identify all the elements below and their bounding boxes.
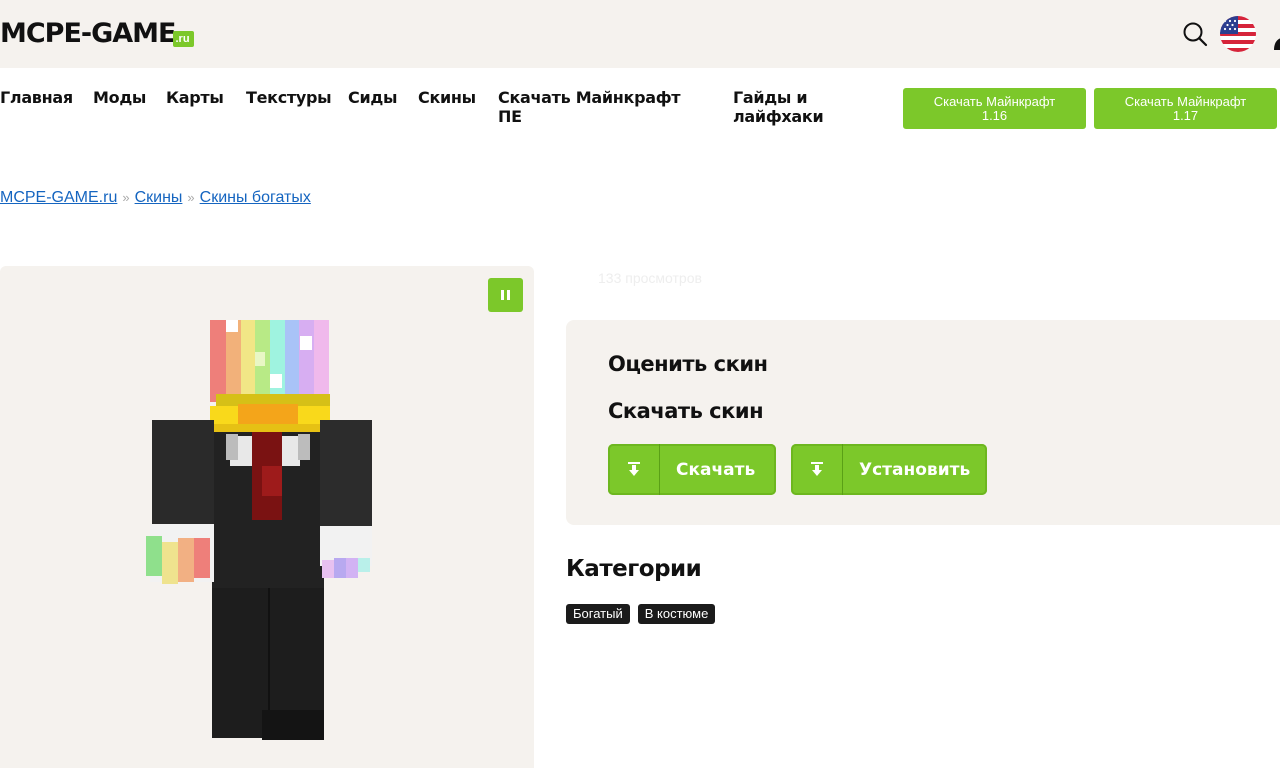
breadcrumb: MCPE-GAME.ru » Скины » Скины богатых <box>0 189 311 207</box>
category-tag-suit[interactable]: В костюме <box>637 604 716 624</box>
us-flag-icon[interactable] <box>1220 16 1256 52</box>
download-117-button[interactable]: Скачать Майнкрафт 1.17 <box>1094 88 1277 129</box>
download-skin-heading: Скачать скин <box>608 399 764 423</box>
skin-preview[interactable] <box>0 266 534 768</box>
category-tags: Богатый В костюме <box>566 604 716 624</box>
download-116-label: Скачать Майнкрафт 1.16 <box>933 93 1056 123</box>
nav-item-textures[interactable]: Текстуры <box>246 88 332 107</box>
site-logo[interactable]: MCPE-GAME .ru <box>0 19 194 49</box>
breadcrumb-separator: » <box>122 190 130 205</box>
nav-item-guides[interactable]: Гайды и лайфхаки <box>733 88 853 126</box>
install-button[interactable]: Установить <box>791 444 987 495</box>
user-icon[interactable] <box>1273 20 1280 50</box>
category-tag-rich[interactable]: Богатый <box>566 604 630 624</box>
download-button[interactable]: Скачать <box>608 444 776 495</box>
nav-item-home[interactable]: Главная <box>0 88 73 107</box>
top-bar: MCPE-GAME .ru <box>0 0 1280 68</box>
breadcrumb-home[interactable]: MCPE-GAME.ru <box>0 189 117 206</box>
download-button-label: Скачать <box>676 459 756 480</box>
skin-model-image <box>146 320 372 740</box>
install-icon <box>791 444 843 495</box>
nav-item-seeds[interactable]: Сиды <box>348 88 397 107</box>
nav-item-mods[interactable]: Моды <box>93 88 146 107</box>
breadcrumb-rich-skins[interactable]: Скины богатых <box>200 189 311 206</box>
logo-suffix: .ru <box>172 31 194 47</box>
rate-skin-heading: Оценить скин <box>608 352 768 376</box>
download-icon <box>608 444 660 495</box>
search-icon[interactable] <box>1182 21 1208 47</box>
download-117-label: Скачать Майнкрафт 1.17 <box>1124 93 1247 123</box>
skin-action-panel: Оценить скин Скачать скин Скачать Устано… <box>566 320 1280 525</box>
breadcrumb-separator: » <box>187 190 195 205</box>
install-button-label: Установить <box>859 459 971 480</box>
download-116-button[interactable]: Скачать Майнкрафт 1.16 <box>903 88 1086 129</box>
nav-item-download-mcpe[interactable]: Скачать Майнкрафт ПЕ <box>498 88 698 126</box>
breadcrumb-skins[interactable]: Скины <box>135 189 183 206</box>
nav-item-maps[interactable]: Карты <box>166 88 224 107</box>
logo-text: MCPE-GAME <box>0 18 176 49</box>
header-icons <box>1150 16 1280 52</box>
views-count: 133 просмотров <box>598 270 702 286</box>
categories-heading: Категории <box>566 556 702 582</box>
nav-item-skins[interactable]: Скины <box>418 88 476 107</box>
